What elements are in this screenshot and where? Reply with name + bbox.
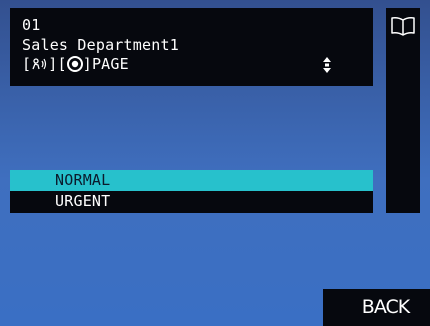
option-normal[interactable]: NORMAL bbox=[10, 170, 373, 191]
option-urgent[interactable]: URGENT bbox=[10, 191, 373, 213]
call-mode-label: PAGE bbox=[91, 55, 129, 73]
phonebook-button[interactable] bbox=[386, 8, 420, 48]
bracket-close: ] bbox=[82, 55, 92, 73]
bracket-close: ] bbox=[48, 55, 58, 73]
call-mode-line: [ ] [ ] PAGE bbox=[22, 55, 129, 73]
back-button[interactable]: BACK bbox=[323, 289, 430, 326]
open-book-icon bbox=[390, 16, 416, 40]
bracket-open: [ bbox=[22, 55, 32, 73]
entry-info-panel: 01 Sales Department1 [ ] [ ] PAGE bbox=[10, 8, 373, 86]
bracket-open: [ bbox=[57, 55, 67, 73]
side-function-strip bbox=[386, 8, 420, 213]
target-circle-icon bbox=[66, 56, 83, 72]
up-down-scroll-icon[interactable] bbox=[322, 56, 332, 74]
entry-name: Sales Department1 bbox=[22, 36, 179, 54]
device-screen: 01 Sales Department1 [ ] [ ] PAGE NORMAL… bbox=[0, 0, 430, 326]
entry-number: 01 bbox=[22, 16, 41, 34]
voice-call-icon bbox=[31, 57, 48, 71]
